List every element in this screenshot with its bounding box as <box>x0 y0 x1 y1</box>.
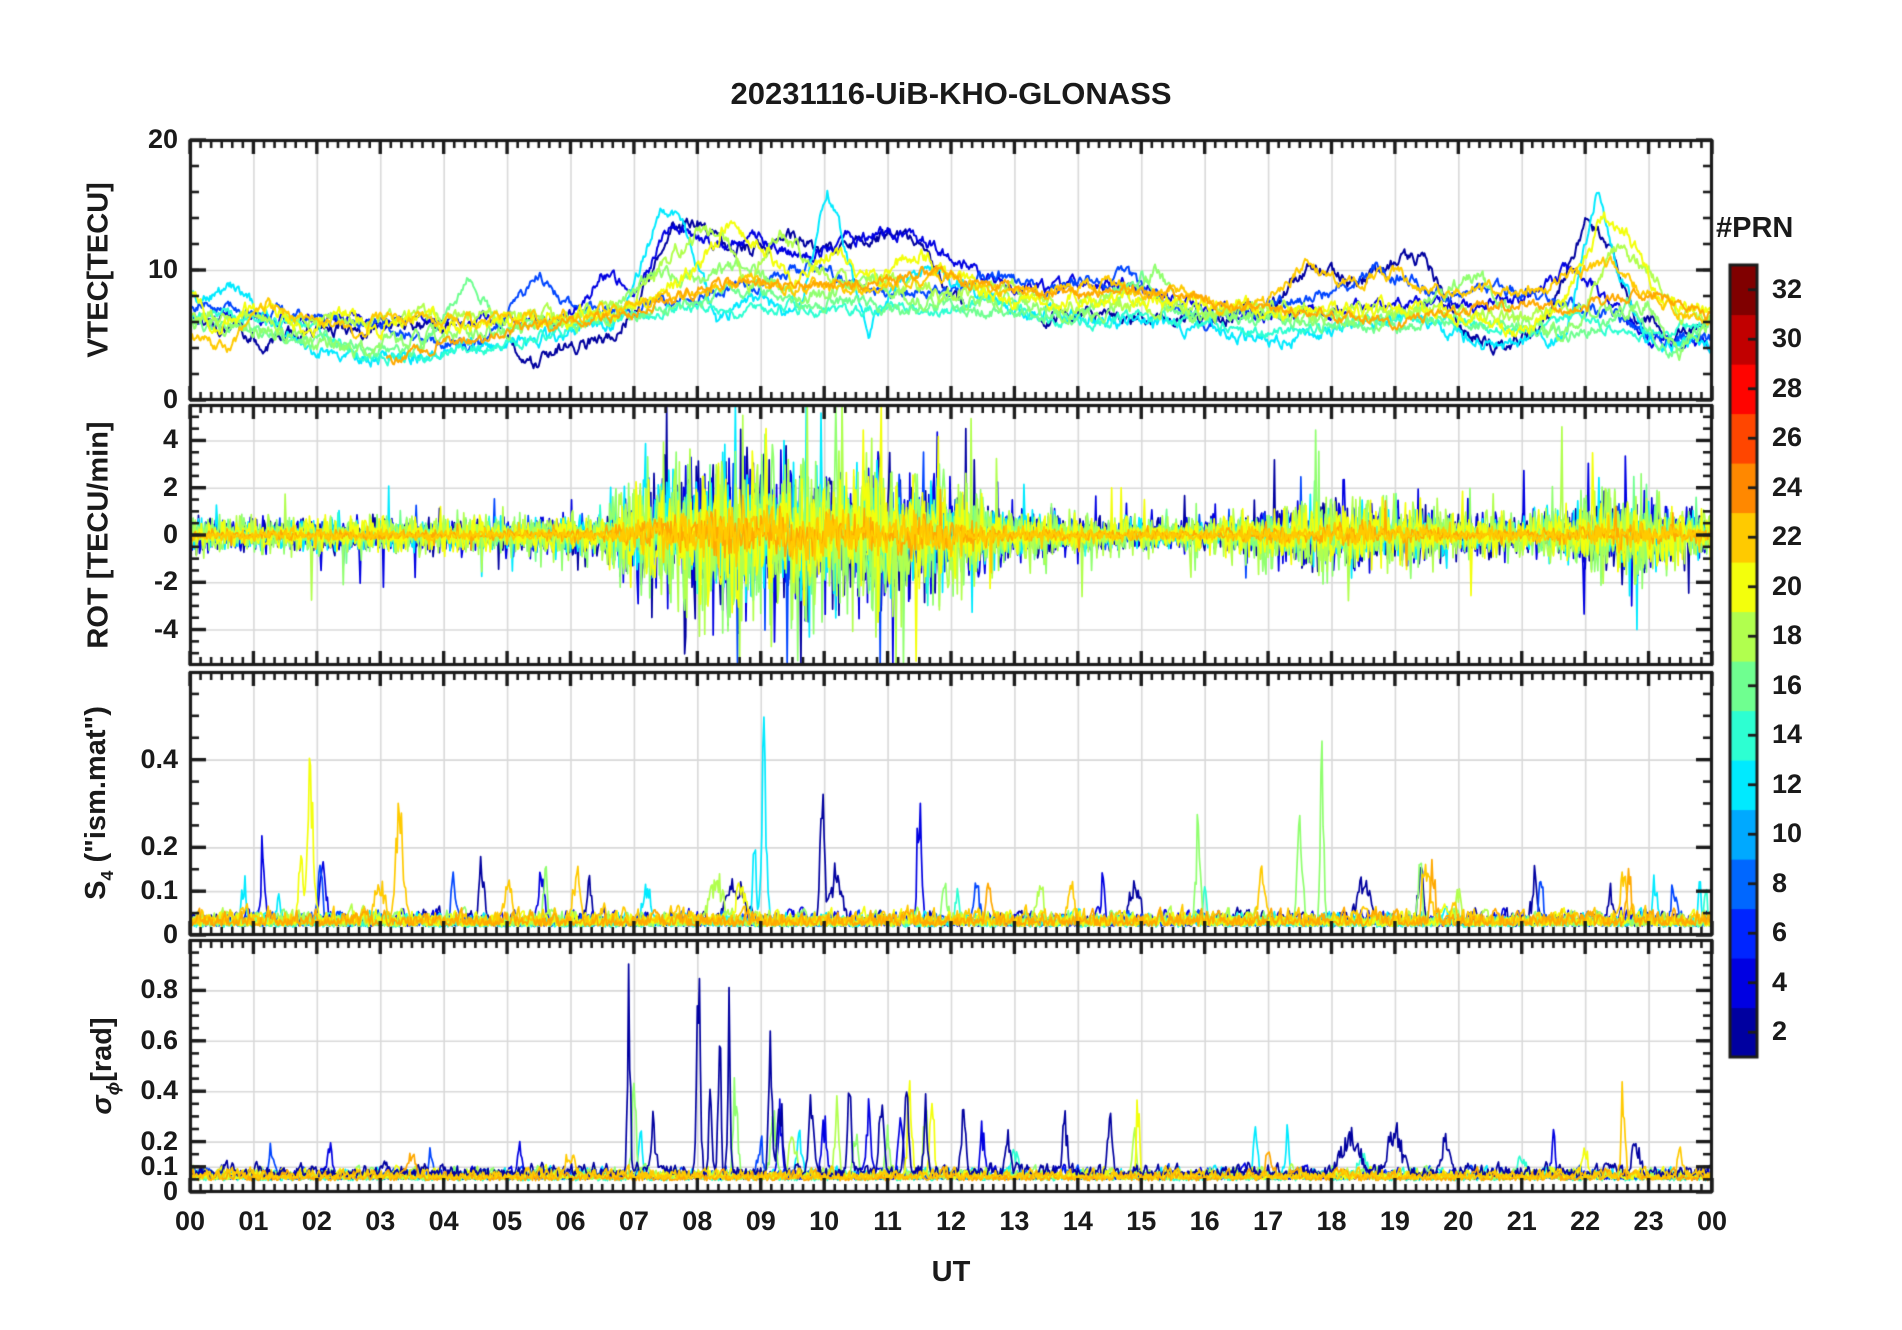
x-tick-label: 19 <box>1379 1206 1410 1236</box>
x-tick-label: 08 <box>682 1206 713 1236</box>
colorbar-tick-label: 8 <box>1772 867 1788 898</box>
x-tick-label: 18 <box>1316 1206 1347 1236</box>
colorbar-tick-label: 30 <box>1772 323 1803 354</box>
x-tick-label: 02 <box>301 1206 332 1236</box>
x-tick-label: 01 <box>238 1206 269 1236</box>
colorbar-tick-label: 10 <box>1772 818 1803 849</box>
y-tick-label: 0.1 <box>140 875 178 906</box>
y-tick-label: 2 <box>162 471 178 502</box>
colorbar-title: #PRN <box>1716 212 1794 244</box>
x-axis-label: UT <box>931 1256 971 1288</box>
chart-title: 20231116-UiB-KHO-GLONASS <box>730 76 1172 111</box>
x-tick-label: 00 <box>1696 1206 1728 1236</box>
y-tick-label: 0.2 <box>140 1125 178 1156</box>
x-tick-label: 20 <box>1443 1206 1474 1236</box>
y-tick-label: 20 <box>147 124 178 154</box>
y-tick-label: -4 <box>153 613 178 644</box>
colorbar-tick-label: 12 <box>1772 768 1803 799</box>
colorbar-tick-label: 20 <box>1772 570 1803 601</box>
chart-canvas <box>0 0 1902 1330</box>
y-tick-label: -2 <box>153 566 178 597</box>
y-tick-label: 0.4 <box>140 1075 178 1106</box>
x-tick-label: 14 <box>1062 1206 1093 1236</box>
y-tick-label: 4 <box>162 424 178 455</box>
x-tick-label: 13 <box>999 1206 1030 1236</box>
x-tick-label: 06 <box>555 1206 586 1236</box>
y-tick-label: 0 <box>162 519 178 549</box>
colorbar-tick-label: 6 <box>1772 917 1788 948</box>
colorbar-tick-label: 16 <box>1772 669 1803 700</box>
colorbar-tick-label: 14 <box>1772 719 1803 750</box>
glonass-scintillation-figure: 20231116-UiB-KHO-GLONASS VTEC[TECU] ROT … <box>0 0 1902 1330</box>
x-tick-label: 04 <box>428 1206 459 1236</box>
x-tick-label: 21 <box>1506 1206 1537 1236</box>
x-tick-label: 23 <box>1633 1206 1664 1236</box>
x-tick-label: 17 <box>1253 1206 1284 1236</box>
x-tick-label: 05 <box>492 1206 523 1236</box>
x-tick-label: 07 <box>618 1206 649 1236</box>
colorbar-tick-label: 26 <box>1772 422 1803 453</box>
colorbar-tick-label: 24 <box>1772 471 1803 502</box>
x-tick-label: 22 <box>1570 1206 1601 1236</box>
y-tick-label: 0.4 <box>140 743 178 774</box>
colorbar-tick-label: 28 <box>1772 372 1803 403</box>
x-tick-label: 12 <box>935 1206 967 1236</box>
x-tick-label: 11 <box>873 1206 902 1236</box>
x-tick-label: 16 <box>1189 1206 1220 1236</box>
colorbar-tick-label: 2 <box>1772 1016 1788 1047</box>
y-tick-label: 0.6 <box>140 1024 178 1055</box>
x-tick-label: 00 <box>174 1206 206 1236</box>
y-tick-label: 0 <box>162 919 178 949</box>
x-tick-label: 03 <box>365 1206 396 1236</box>
x-tick-label: 15 <box>1126 1206 1157 1236</box>
y-axis-label-s4: S4 ("ism.mat") <box>79 706 118 900</box>
y-tick-label: 0 <box>162 384 178 414</box>
y-tick-label: 0.8 <box>140 974 178 1005</box>
x-tick-label: 10 <box>809 1206 840 1236</box>
colorbar-tick-label: 4 <box>1772 966 1788 997</box>
x-tick-label: 09 <box>745 1206 776 1236</box>
y-tick-label: 10 <box>147 254 178 284</box>
colorbar-tick-label: 32 <box>1772 273 1803 304</box>
colorbar-tick-label: 22 <box>1772 521 1803 552</box>
colorbar-tick-label: 18 <box>1772 620 1803 651</box>
y-tick-label: 0.2 <box>140 831 178 862</box>
